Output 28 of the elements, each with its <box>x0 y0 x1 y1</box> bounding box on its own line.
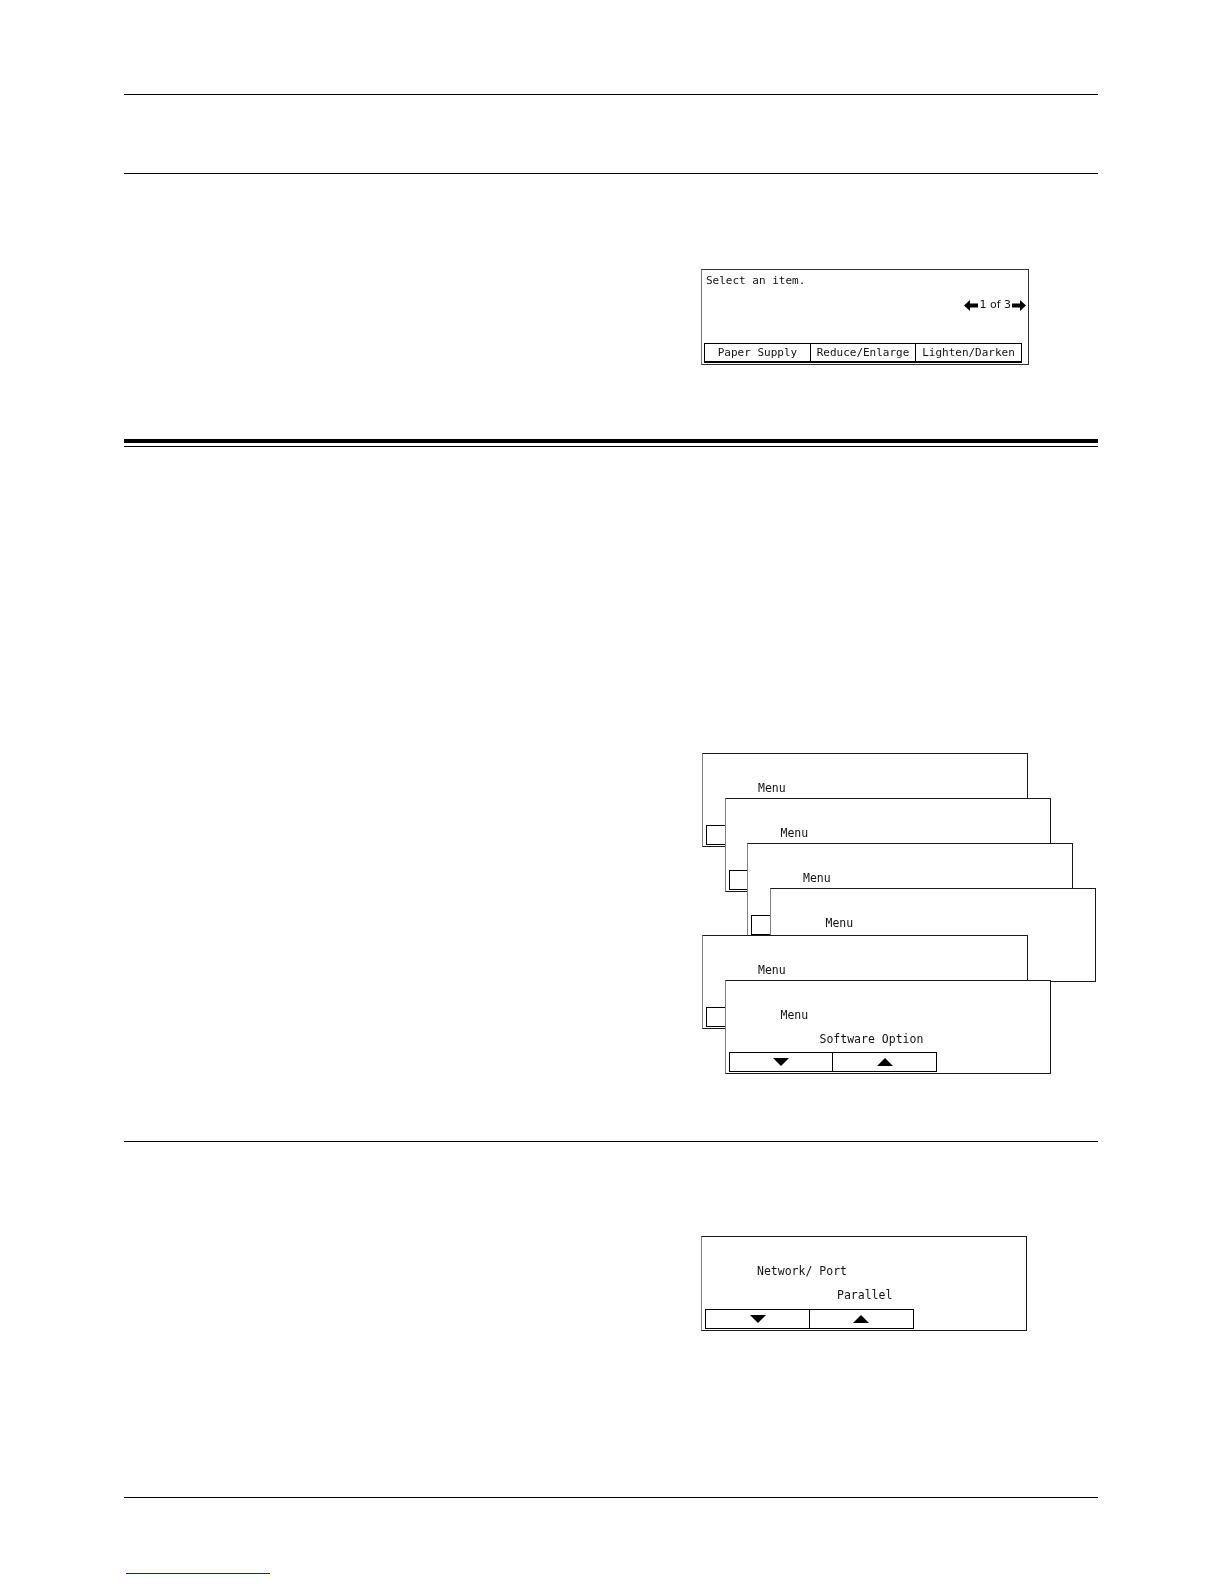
lcd-button[interactable] <box>808 1309 914 1329</box>
page-indicator: 1 of 3 <box>979 298 1011 312</box>
screen-title: Menu <box>780 1008 809 1022</box>
arrow-right-icon <box>1012 299 1026 311</box>
option-value: Parallel <box>837 1288 893 1302</box>
screen-title: Menu <box>803 871 831 885</box>
triangle-down-icon <box>773 1058 789 1066</box>
lcd-button[interactable] <box>728 870 748 890</box>
arrow-left-icon <box>964 299 979 311</box>
lcd-button[interactable] <box>706 1007 725 1027</box>
screen-title: Menu <box>780 826 809 840</box>
screen-title: Network/ Port <box>757 1264 847 1278</box>
screen-title: Menu <box>825 916 854 930</box>
screen-title: Menu <box>758 781 786 795</box>
lcd-button[interactable]: Reduce/Enlarge <box>809 343 917 363</box>
triangle-up-icon <box>853 1315 869 1323</box>
lcd-button[interactable] <box>728 1052 834 1072</box>
screen-title: Menu <box>758 963 786 977</box>
lcd-button[interactable] <box>751 915 770 935</box>
lcd-button[interactable] <box>706 825 725 845</box>
lcd-button[interactable]: Paper Supply <box>704 343 811 363</box>
triangle-up-icon <box>876 1058 893 1066</box>
lcd-button[interactable] <box>705 1309 810 1329</box>
option-value: Software Option <box>819 1032 924 1046</box>
lcd-message: Select an item. <box>706 274 806 288</box>
lcd-button[interactable] <box>832 1052 937 1072</box>
triangle-down-icon <box>749 1315 766 1323</box>
lcd-button[interactable]: Lighten/Darken <box>915 343 1022 363</box>
